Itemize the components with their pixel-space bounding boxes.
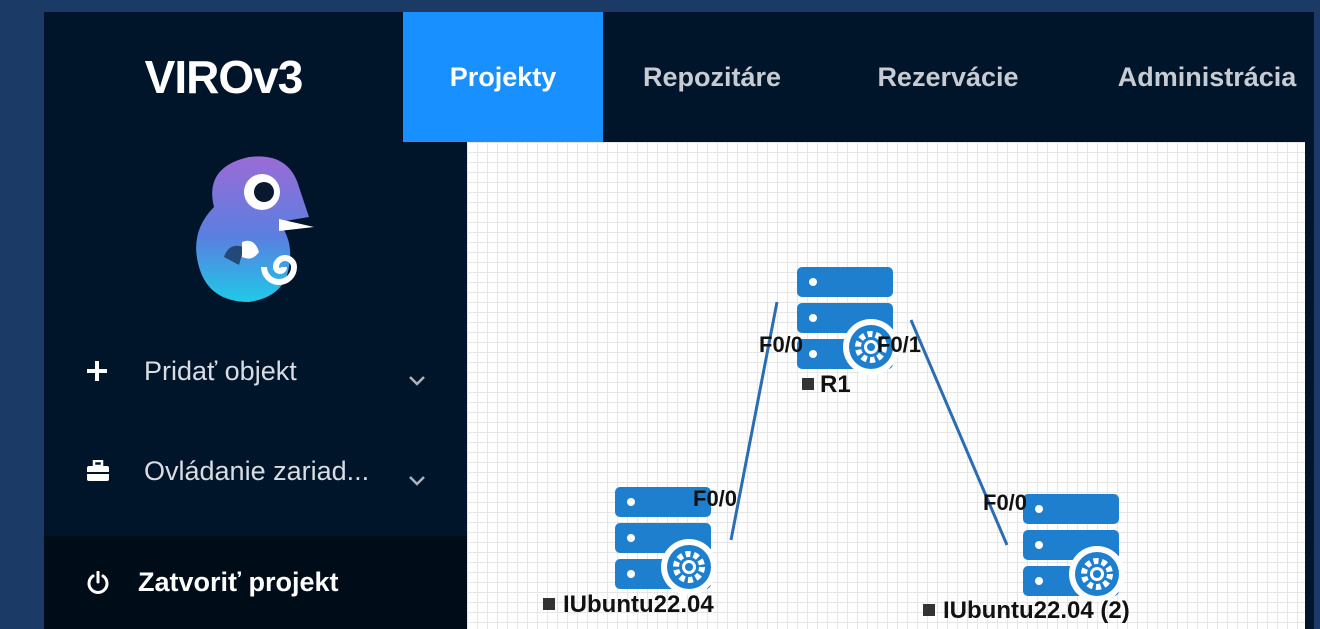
- server-gear-icon: [1023, 494, 1125, 602]
- tab-repositories[interactable]: Repozitáre: [627, 12, 797, 142]
- chevron-down-icon: [408, 363, 426, 394]
- top-navigation: Projekty Repozitáre Rezervácie Administr…: [403, 12, 1314, 142]
- sidebar-item-close-project[interactable]: Zatvoriť projekt: [44, 536, 467, 629]
- plus-icon: [86, 360, 126, 382]
- sidebar-item-add-object[interactable]: Pridať objekt: [44, 342, 467, 400]
- device-label: R1: [820, 371, 851, 398]
- server-gear-icon: [797, 267, 899, 375]
- app-title: VIROv3: [144, 51, 304, 103]
- tab-reservations[interactable]: Rezervácie: [863, 12, 1033, 142]
- chameleon-logo-icon: [196, 156, 314, 302]
- port-label: F0/1: [877, 332, 921, 357]
- sidebar-item-label: Zatvoriť projekt: [138, 567, 339, 597]
- topology-canvas[interactable]: R1 IUbuntu22.04 IUbuntu22.04 (2) F0/0 F0…: [467, 142, 1305, 629]
- sidebar-item-label: Ovládanie zariad...: [144, 455, 370, 486]
- port-label: F0/0: [983, 490, 1027, 515]
- tab-projects[interactable]: Projekty: [403, 12, 603, 142]
- tab-administration[interactable]: Administrácia: [1097, 12, 1314, 142]
- chevron-down-icon: [408, 463, 426, 494]
- toolbox-icon: [86, 460, 126, 482]
- port-label: F0/0: [759, 332, 803, 357]
- sidebar-item-device-control[interactable]: Ovládanie zariad...: [44, 442, 467, 500]
- device-label: IUbuntu22.04 (2): [943, 597, 1130, 624]
- port-label: F0/0: [693, 486, 737, 511]
- app-window: VIROv3 Pridať objekt Ovládanie zariad...…: [44, 12, 1314, 629]
- device-label: IUbuntu22.04: [563, 591, 714, 618]
- device-iubuntu[interactable]: IUbuntu22.04: [543, 487, 717, 618]
- power-icon: [86, 570, 126, 595]
- sidebar-item-label: Pridať objekt: [144, 355, 297, 386]
